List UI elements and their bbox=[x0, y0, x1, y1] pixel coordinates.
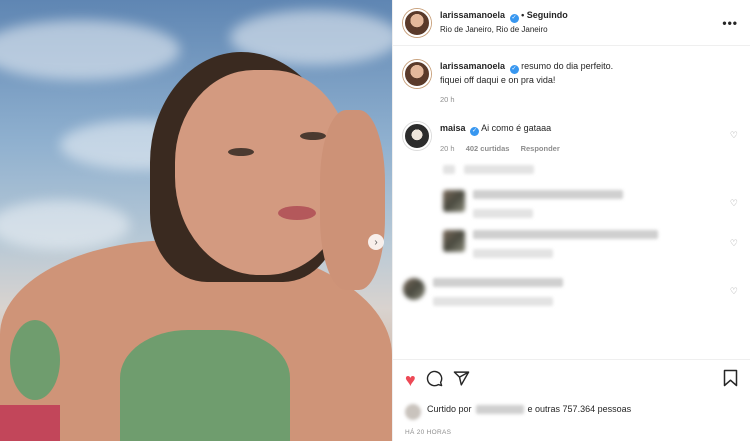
comment-blurred: ♡ bbox=[403, 278, 738, 308]
blurred-avatar bbox=[443, 190, 465, 212]
blurred-line bbox=[473, 190, 623, 199]
post-location[interactable]: Rio de Janeiro, Rio de Janeiro bbox=[440, 23, 722, 36]
share-icon[interactable] bbox=[453, 370, 470, 390]
reply-button[interactable]: Responder bbox=[521, 144, 560, 153]
comment-item: maisa ✓ Ai como é gataaa 20 h 402 curtid… bbox=[403, 122, 738, 155]
blurred-line bbox=[433, 297, 553, 306]
comment-icon[interactable] bbox=[426, 370, 443, 390]
comment-like-icon[interactable]: ♡ bbox=[730, 286, 738, 297]
caption-line-1: resumo do dia perfeito. bbox=[521, 61, 614, 71]
action-bar: ♥ bbox=[405, 368, 738, 392]
post-photo[interactable]: › bbox=[0, 0, 392, 441]
view-replies-blurred[interactable] bbox=[403, 165, 738, 176]
blurred-avatar bbox=[403, 278, 425, 300]
author-avatar[interactable] bbox=[403, 8, 431, 37]
liked-by-count[interactable]: e outras 757.364 pessoas bbox=[528, 404, 632, 414]
comment-body: maisa ✓ Ai como é gataaa 20 h 402 curtid… bbox=[440, 122, 730, 155]
caption-body: larissamanoela ✓ resumo do dia perfeito.… bbox=[440, 60, 738, 106]
photo-hand bbox=[320, 110, 385, 290]
photo-eye bbox=[228, 148, 254, 156]
comment-meta: 20 h 402 curtidas Responder bbox=[440, 142, 730, 155]
blurred-line bbox=[473, 230, 658, 239]
blurred-avatar bbox=[443, 230, 465, 252]
caption-username[interactable]: larissamanoela bbox=[440, 61, 505, 71]
caption-line-2: fiquei off daqui e on pra vida! bbox=[440, 75, 556, 85]
commenter-avatar[interactable] bbox=[403, 122, 431, 150]
blurred-line bbox=[473, 249, 553, 258]
comment-username[interactable]: maisa bbox=[440, 123, 466, 133]
post-header: larissamanoela ✓ • Seguindo Rio de Janei… bbox=[393, 0, 750, 46]
post-timestamp[interactable]: HÁ 20 HORAS bbox=[405, 429, 738, 436]
more-options-icon[interactable]: ••• bbox=[722, 16, 738, 30]
cloud bbox=[0, 200, 130, 250]
blurred-line bbox=[443, 165, 455, 174]
carousel-next-button[interactable]: › bbox=[368, 234, 384, 250]
blurred-username[interactable] bbox=[475, 404, 524, 414]
blurred-avatar bbox=[405, 404, 421, 420]
heart-filled-icon[interactable]: ♥ bbox=[405, 371, 416, 389]
instagram-post: › larissamanoela ✓ • Seguindo Rio de Jan… bbox=[0, 0, 750, 441]
comment-like-icon[interactable]: ♡ bbox=[730, 198, 738, 209]
liked-by: Curtido por e outras 757.364 pessoas bbox=[405, 398, 738, 420]
photo-eye bbox=[300, 132, 326, 140]
caption-meta: 20 h bbox=[440, 93, 738, 106]
follow-separator: • bbox=[521, 10, 525, 20]
chevron-right-icon: › bbox=[374, 236, 378, 248]
liked-by-prefix: Curtido por bbox=[427, 404, 472, 414]
blurred-line bbox=[433, 278, 563, 287]
comment-time[interactable]: 20 h bbox=[440, 144, 455, 153]
blurred-line bbox=[473, 209, 533, 218]
photo-towel bbox=[0, 405, 60, 441]
photo-lips bbox=[278, 206, 316, 220]
verified-badge-icon: ✓ bbox=[470, 127, 480, 136]
photo-bikini-top bbox=[120, 330, 290, 441]
blurred-line bbox=[463, 165, 534, 174]
comment-likes[interactable]: 402 curtidas bbox=[466, 144, 510, 153]
comment-text: Ai como é gataaa bbox=[481, 123, 552, 133]
caption: larissamanoela ✓ resumo do dia perfeito.… bbox=[403, 60, 738, 106]
cloud bbox=[0, 20, 180, 80]
post-side-panel: larissamanoela ✓ • Seguindo Rio de Janei… bbox=[392, 0, 750, 441]
author-username[interactable]: larissamanoela bbox=[440, 10, 505, 20]
caption-avatar[interactable] bbox=[403, 60, 431, 88]
caption-time[interactable]: 20 h bbox=[440, 95, 455, 104]
verified-badge-icon: ✓ bbox=[509, 14, 519, 23]
verified-badge-icon: ✓ bbox=[509, 65, 519, 74]
reply-blurred: ♡ bbox=[403, 230, 738, 260]
comments-list[interactable]: larissamanoela ✓ resumo do dia perfeito.… bbox=[393, 46, 750, 359]
comment-like-icon[interactable]: ♡ bbox=[730, 238, 738, 249]
header-text: larissamanoela ✓ • Seguindo Rio de Janei… bbox=[440, 9, 722, 36]
comment-like-icon[interactable]: ♡ bbox=[730, 130, 738, 141]
post-actions: ♥ Curtido por e outras 757.364 pessoas H… bbox=[393, 359, 750, 441]
reply-blurred: ♡ bbox=[403, 190, 738, 220]
photo-bikini-bottom bbox=[10, 320, 60, 400]
follow-button[interactable]: Seguindo bbox=[527, 10, 568, 20]
bookmark-icon[interactable] bbox=[723, 369, 738, 392]
